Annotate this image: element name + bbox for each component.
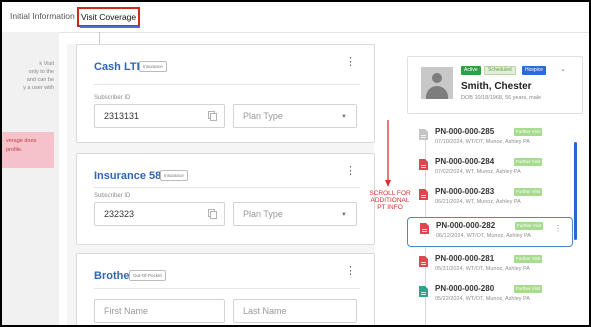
visit-type-badge: Further Visit (514, 285, 543, 293)
plan-type-select[interactable]: Plan Type ▼ (233, 202, 357, 226)
coverage-type-badge: Out-Of-Pocket (129, 270, 166, 281)
visit-details: 05/31/2024, WT/OT, Munoz, Ashley PA (435, 266, 530, 272)
visit-type-badge: Further Visit (514, 158, 543, 166)
tab-bar: Initial Information Visit Coverage (2, 2, 589, 33)
copy-icon[interactable] (208, 111, 217, 121)
document-icon (419, 286, 428, 297)
more-options-icon[interactable]: ⋮ (345, 266, 356, 277)
timeline-scrollbar[interactable] (574, 142, 577, 240)
visit-item[interactable]: PN-000-000-284 Further Visit 07/02/2024, W… (407, 154, 573, 184)
coverage-type-badge: Insurance (139, 61, 167, 72)
visit-item[interactable]: PN-000-000-281 Further Visit 05/31/2024, W… (407, 251, 573, 281)
warning-line: profile. (6, 147, 23, 153)
coverage-card-brother: Brother Out-Of-Pocket ⋮ First Name Last … (76, 253, 375, 325)
chevron-down-icon: ▼ (341, 212, 347, 218)
active-tab-indicator (80, 26, 140, 28)
annotation-arrow (385, 120, 391, 187)
patient-card[interactable]: Active Scheduled Hospice ⌄ Smith, Cheste… (407, 56, 583, 114)
coverage-card-insurance-583: Insurance 583 Insurance ⋮ Subscriber ID … (76, 153, 375, 245)
more-options-icon[interactable]: ⋮ (554, 225, 562, 233)
left-panel-line: and can be (26, 77, 54, 83)
visit-details: 07/02/2024, WT, Munoz, Ashley PA (435, 169, 521, 175)
tab-visit-coverage[interactable]: Visit Coverage (77, 7, 141, 27)
visit-item[interactable]: PN-000-000-283 Further Visit 06/21/2024, W… (407, 184, 573, 214)
left-panel-line: k Visit (39, 61, 54, 67)
visit-id: PN-000-000-282 (436, 221, 496, 230)
left-panel-line: only to the (28, 69, 54, 75)
avatar-body-shape (426, 86, 448, 99)
warning-line: verage does (6, 138, 37, 144)
coverage-warning: verage does profile. (2, 132, 54, 168)
coverage-type-badge: Insurance (160, 170, 188, 181)
card-divider (94, 288, 360, 289)
first-name-placeholder: First Name (104, 306, 149, 316)
document-icon (419, 189, 428, 200)
card-title: Insurance 583 (94, 170, 168, 182)
subscriber-id-value: 2313131 (104, 111, 140, 121)
more-options-icon[interactable]: ⋮ (345, 166, 356, 177)
patient-dob: DOB 10/18/1968, 56 years, male (461, 95, 542, 101)
visit-type-badge: Further Visit (514, 128, 543, 136)
copy-icon[interactable] (208, 209, 217, 219)
visit-item[interactable]: PN-000-000-285 Further Visit 07/10/2024, W… (407, 124, 573, 154)
document-icon (420, 223, 429, 234)
document-icon (419, 256, 428, 267)
visit-details: 06/12/2024, WT/OT, Munoz, Ashley PA (436, 233, 531, 239)
visit-id: PN-000-000-283 (435, 187, 495, 196)
status-badge-active: Active (461, 66, 481, 75)
card-divider (94, 84, 360, 85)
subscriber-id-input[interactable]: 232323 (94, 202, 225, 226)
card-title: Brother (94, 270, 134, 282)
coverage-card-cash-ltd: Cash LTD Insurance ⋮ Subscriber ID 23131… (76, 44, 375, 143)
document-icon (419, 159, 428, 170)
avatar-head-shape (432, 73, 442, 83)
visit-details: 05/22/2024, WT/OT, Munoz, Ashley PA (435, 296, 530, 302)
avatar (421, 67, 453, 99)
visit-type-badge: Further Visit (514, 255, 543, 263)
visit-id: PN-000-000-284 (435, 157, 495, 166)
last-name-placeholder: Last Name (243, 306, 287, 316)
last-name-input[interactable]: Last Name (233, 299, 357, 323)
left-panel-line: y a user with (23, 85, 54, 91)
app-frame: Initial Information Visit Coverage k Vis… (0, 0, 591, 327)
left-panel-text: k Visit only to the and can be y a user … (2, 60, 54, 92)
plan-type-placeholder: Plan Type (243, 209, 283, 219)
status-badge-scheduled: Scheduled (484, 66, 516, 75)
chevron-down-icon[interactable]: ⌄ (560, 65, 566, 73)
card-divider (94, 187, 360, 188)
chevron-down-icon: ▼ (341, 114, 347, 120)
visit-type-badge: Further Visit (515, 222, 544, 230)
subscriber-id-label: Subscriber ID (94, 95, 131, 101)
patient-name: Smith, Chester (461, 81, 532, 92)
visit-id: PN-000-000-281 (435, 254, 495, 263)
more-options-icon[interactable]: ⋮ (345, 57, 356, 68)
subscriber-id-input[interactable]: 2313131 (94, 104, 225, 128)
visit-id: PN-000-000-280 (435, 284, 495, 293)
visit-details: 06/21/2024, WT, Munoz, Ashley PA (435, 199, 521, 205)
plan-type-placeholder: Plan Type (243, 111, 283, 121)
visit-item[interactable]: PN-000-000-282 Further Visit 06/12/2024, W… (407, 217, 573, 247)
visit-item[interactable]: PN-000-000-280 Further Visit 05/22/2024, W… (407, 281, 573, 311)
document-icon (419, 129, 428, 140)
visit-details: 07/10/2024, WT/OT, Munoz, Ashley PA (435, 139, 530, 145)
subscriber-id-label: Subscriber ID (94, 193, 131, 199)
status-badge-hospice: Hospice (522, 66, 547, 75)
visit-id: PN-000-000-285 (435, 127, 495, 136)
plan-type-select[interactable]: Plan Type ▼ (233, 104, 357, 128)
card-title: Cash LTD (94, 61, 145, 73)
tab-initial-information[interactable]: Initial Information (10, 11, 75, 21)
visit-type-badge: Further Visit (514, 188, 543, 196)
left-info-panel: k Visit only to the and can be y a user … (2, 32, 59, 325)
first-name-input[interactable]: First Name (94, 299, 225, 323)
subscriber-id-value: 232323 (104, 209, 135, 219)
